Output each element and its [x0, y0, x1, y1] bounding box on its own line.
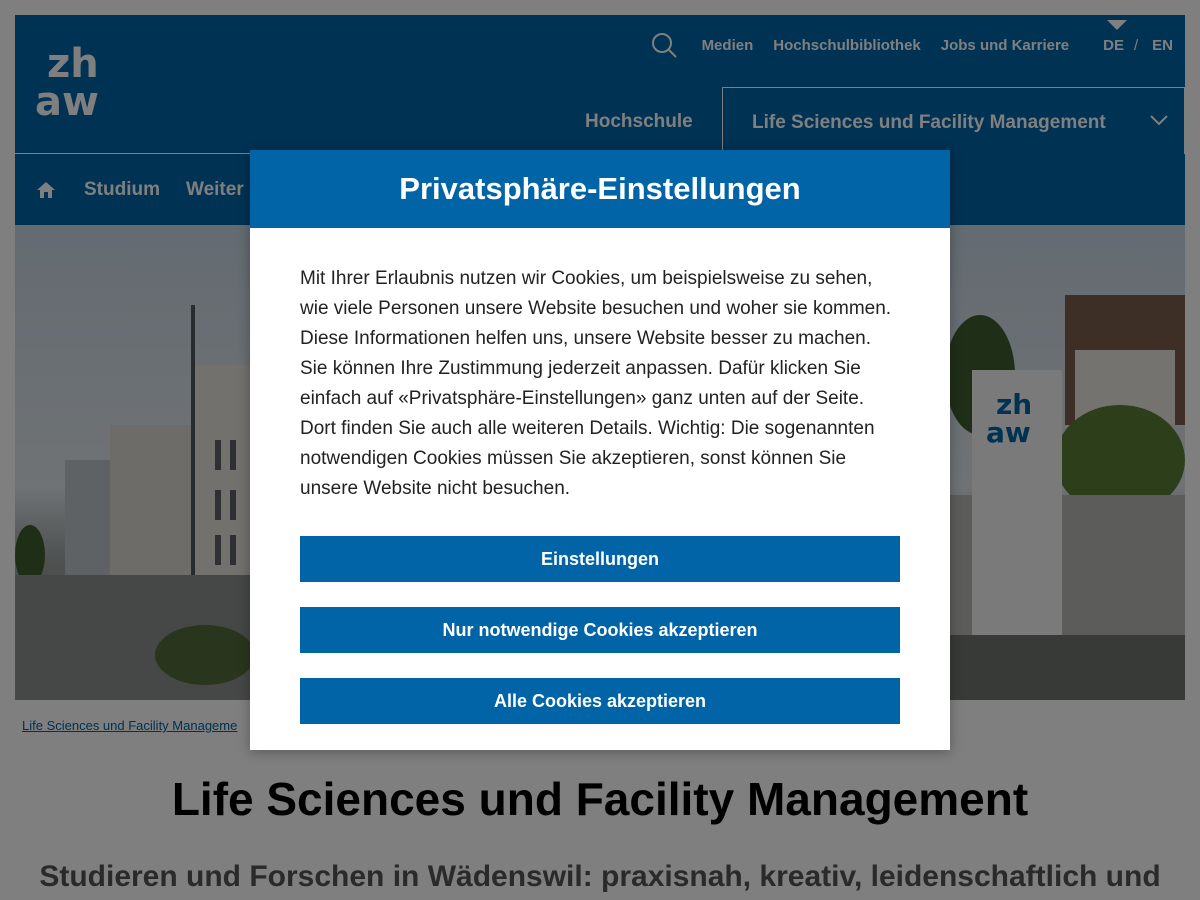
- modal-title: Privatsphäre-Einstellungen: [399, 171, 801, 206]
- settings-button[interactable]: Einstellungen: [300, 536, 900, 582]
- privacy-settings-modal: Privatsphäre-Einstellungen Mit Ihrer Erl…: [250, 150, 950, 750]
- accept-all-button[interactable]: Alle Cookies akzeptieren: [300, 678, 900, 724]
- modal-text: Mit Ihrer Erlaubnis nutzen wir Cookies, …: [300, 268, 892, 499]
- accept-necessary-button[interactable]: Nur notwendige Cookies akzeptieren: [300, 607, 900, 653]
- modal-header: Privatsphäre-Einstellungen: [250, 150, 950, 228]
